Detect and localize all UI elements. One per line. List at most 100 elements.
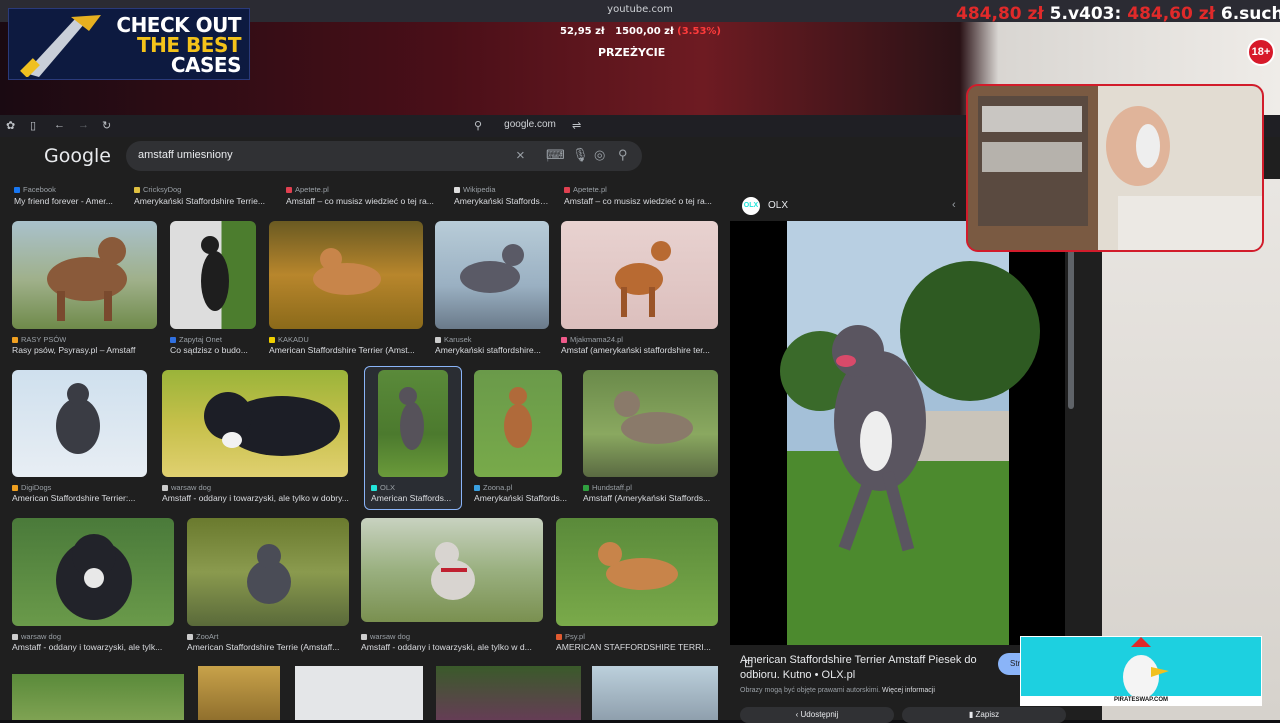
search-box[interactable]: amstaff umiesniony × | ⌨ 🎙 ◎ ⚲ [126, 141, 642, 171]
age-rating-badge: 18+ [1247, 38, 1275, 66]
dog-image[interactable] [378, 370, 448, 477]
result-source: RASY PSÓW [12, 335, 66, 344]
dog-image[interactable] [474, 370, 562, 477]
result-title[interactable]: American Staffordshire Terrier (Amst... [269, 345, 423, 355]
result-source: OLX [371, 483, 395, 492]
result-source: Mjakmama24.pl [561, 335, 623, 344]
result-source: Facebook [14, 185, 56, 194]
dog-image[interactable] [12, 518, 174, 626]
image-results: Facebook My friend forever - Amer... Cri… [0, 179, 730, 720]
dog-image[interactable] [170, 221, 256, 329]
result-source: warsaw dog [361, 632, 410, 641]
reload-icon[interactable]: ↻ [102, 119, 111, 132]
dog-image[interactable] [556, 518, 718, 626]
microphone-icon[interactable]: 🎙 [572, 147, 589, 163]
result-source: ZooArt [187, 632, 219, 641]
result-title[interactable]: Co sądzisz o budo... [170, 345, 256, 355]
chevron-left-icon[interactable]: ‹ [952, 199, 956, 211]
result-title[interactable]: Amerykański Staffordshire... [454, 196, 550, 206]
extensions-icon[interactable]: ✿ [6, 119, 15, 132]
youtube-url[interactable]: youtube.com [560, 4, 720, 18]
price-percent: (3.53%) [677, 26, 721, 37]
result-source: KAKADU [269, 335, 309, 344]
knife-icon [20, 15, 101, 77]
result-source: Apetete.pl [286, 185, 329, 194]
address-bar[interactable]: google.com [490, 119, 570, 130]
result-source: Wikipedia [454, 185, 496, 194]
result-source: Apetete.pl [564, 185, 607, 194]
result-title[interactable]: Rasy psów, Psyrasy.pl – Amstaff [12, 345, 157, 355]
dog-image[interactable] [435, 221, 549, 329]
keyboard-icon[interactable]: ⌨ [546, 147, 565, 163]
preview-image[interactable]: ⊡ [730, 221, 1065, 670]
result-title[interactable]: Amerykański Staffords... [474, 493, 568, 503]
result-title[interactable]: Amstaf (amerykański staffordshire ter... [561, 345, 718, 355]
result-title[interactable]: Amstaff – co musisz wiedzieć o tej ra... [564, 196, 720, 206]
dog-image[interactable] [361, 518, 543, 622]
site-name[interactable]: OLX [768, 200, 788, 211]
scrollbar[interactable] [1068, 249, 1074, 409]
result-title[interactable]: Amstaff - oddany i towarzyski, ale tylko… [162, 493, 352, 503]
dog-image[interactable] [162, 370, 348, 477]
link-icon: ⚲ [474, 120, 483, 132]
result-title[interactable]: My friend forever - Amer... [14, 196, 124, 206]
price-a: 52,95 zł [560, 26, 605, 37]
dog-image[interactable] [198, 666, 280, 720]
site-avatar[interactable]: OLX [742, 197, 760, 215]
case-price-line: 52,95 zł 1500,00 zł (3.53%) [560, 26, 721, 37]
dog-image[interactable] [187, 518, 349, 626]
result-title[interactable]: Amerykański staffordshire... [435, 345, 549, 355]
result-title[interactable]: American Staffordshire Terrier:... [12, 493, 147, 503]
dog-image[interactable] [583, 370, 718, 477]
copyright-text: Obrazy mogą być objęte prawami autorskim… [740, 687, 881, 694]
search-icon[interactable]: ⚲ [618, 147, 628, 163]
dog-image[interactable] [12, 221, 157, 329]
price-b: 1500,00 zł [615, 26, 674, 37]
result-title[interactable]: Amstaff - oddany i towarzyski, ale tylk.… [12, 642, 174, 652]
dog-image[interactable] [12, 674, 184, 720]
search-input[interactable]: amstaff umiesniony [138, 149, 233, 161]
dog-image[interactable] [269, 221, 423, 329]
streamer-webcam [966, 84, 1264, 252]
sponsor-ad: PIRATESWAP.COM [1020, 636, 1262, 706]
promo-line-3: CASES [170, 53, 242, 77]
dog-image[interactable] [561, 221, 718, 329]
ticker-price-2: 484,60 zł [1127, 4, 1215, 24]
dog-jumping-image[interactable] [730, 221, 1065, 645]
result-title[interactable]: Amstaff - oddany i towarzyski, ale tylko… [361, 642, 543, 652]
dog-image[interactable] [12, 370, 147, 477]
dog-image[interactable] [436, 666, 581, 720]
result-title[interactable]: AMERICAN STAFFORDSHIRE TERRI... [556, 642, 718, 652]
more-info-link[interactable]: Więcej informacji [882, 687, 935, 694]
bookmark-icon: ▮ [968, 710, 976, 719]
back-icon[interactable]: ← [54, 119, 65, 131]
result-source: CricksyDog [134, 185, 181, 194]
lens-icon[interactable]: ◎ [594, 147, 605, 163]
dog-image[interactable] [295, 666, 423, 720]
copyright-note: Obrazy mogą być objęte prawami autorskim… [740, 687, 935, 694]
forward-icon[interactable]: → [78, 119, 89, 131]
result-title[interactable]: American Staffordshire Terrie (Amstaff..… [187, 642, 349, 652]
result-title[interactable]: Amstaff (Amerykański Staffords... [583, 493, 718, 503]
ticker-mid: 5.v403: [1049, 4, 1122, 24]
save-button[interactable]: ▮ Zapisz [902, 707, 1066, 723]
result-source: Karusek [435, 335, 472, 344]
result-title[interactable]: Amerykański Staffordshire Terrie... [134, 196, 274, 206]
sidebar-icon[interactable]: ▯ [30, 119, 36, 132]
result-source: Zoona.pl [474, 483, 512, 492]
result-title[interactable]: Amstaff – co musisz wiedzieć o tej ra... [286, 196, 436, 206]
google-logo[interactable]: Google [44, 145, 111, 167]
case-label: PRZEŻYCIE [598, 46, 666, 59]
share-button[interactable]: ‹ Udostępnij [740, 707, 894, 723]
result-source: Psy.pl [556, 632, 585, 641]
ticker-price-1: 484,80 zł [956, 4, 1044, 24]
clear-icon[interactable]: × [516, 147, 525, 164]
result-title[interactable]: American Staffords... [371, 493, 459, 503]
tune-icon[interactable]: ⇌ [572, 119, 581, 132]
result-source: DigiDogs [12, 483, 51, 492]
result-source: warsaw dog [162, 483, 211, 492]
preview-title[interactable]: American Staffordshire Terrier Amstaff P… [740, 653, 990, 683]
result-source: Hundstaff.pl [583, 483, 632, 492]
dog-image[interactable] [592, 666, 718, 720]
sponsor-label: PIRATESWAP.COM [1021, 696, 1261, 705]
